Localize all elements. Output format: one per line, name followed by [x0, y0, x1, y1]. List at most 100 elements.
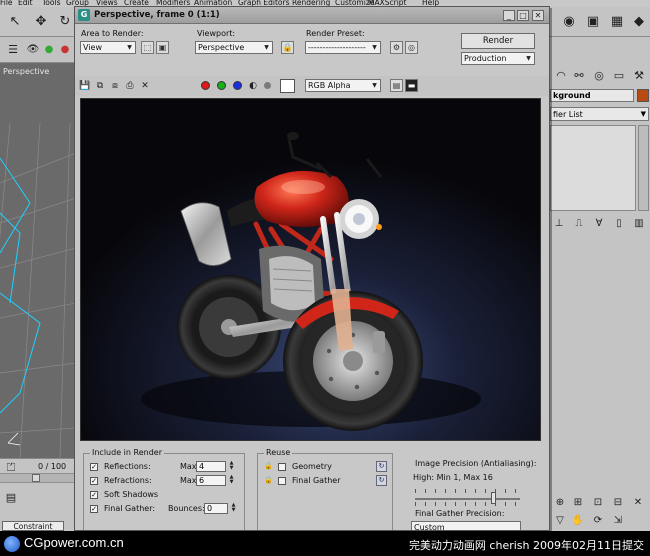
menu-item-file[interactable]: File	[0, 0, 13, 7]
make-unique-icon[interactable]: ∀	[590, 215, 608, 233]
reflections-checkbox[interactable]: ✓	[90, 463, 98, 471]
display-tab-icon[interactable]: ▭	[610, 67, 628, 85]
display-channel-value: RGB Alpha	[308, 81, 351, 90]
select-icon[interactable]: ↖	[6, 13, 24, 31]
command-panel-rollouts	[550, 237, 650, 531]
edit-region-icon[interactable]: ⬚	[141, 41, 154, 54]
zoom-extents-all-icon[interactable]: ⊟	[609, 494, 627, 512]
reuse-geometry-label: Geometry	[292, 462, 332, 471]
zoom-all-icon[interactable]: ⊞	[569, 494, 587, 512]
area-to-render-dropdown[interactable]: View ▼	[80, 41, 136, 54]
minimize-button[interactable]: _	[503, 10, 515, 21]
hierarchy-tab-icon[interactable]: ⚯	[570, 67, 588, 85]
menu-item-tools[interactable]: Tools	[42, 0, 60, 7]
bounces-spinner-arrows[interactable]: ▲ ▼	[230, 503, 237, 514]
maximize-button[interactable]: □	[517, 10, 529, 21]
viewport-dropdown[interactable]: Perspective ▼	[195, 41, 273, 54]
modify-tab-icon[interactable]: ◠	[552, 67, 570, 85]
orbit-icon[interactable]: ⟳	[589, 512, 607, 530]
quick-render-icon[interactable]: ◆	[630, 13, 648, 31]
render-setup-icon[interactable]: ▣	[584, 13, 602, 31]
render-button[interactable]: Render	[461, 33, 535, 49]
zoom-icon[interactable]: ⊕	[551, 494, 569, 512]
bounces-label: Bounces:	[168, 504, 205, 513]
fov-icon[interactable]: ▽	[551, 512, 569, 530]
close-button[interactable]: ✕	[532, 10, 544, 21]
clone-window-icon[interactable]: ⧈	[109, 80, 121, 92]
chevron-down-icon: ▼	[640, 110, 646, 118]
lock-selection-icon[interactable]: ▤	[2, 489, 20, 507]
precision-ticks	[415, 502, 520, 506]
alpha-channel-icon[interactable]: ◐	[247, 80, 259, 92]
save-image-icon[interactable]: 💾	[79, 80, 91, 92]
soft-shadows-checkbox[interactable]: ✓	[90, 491, 98, 499]
print-image-icon[interactable]: ⎙	[124, 80, 136, 92]
render-toggle-icon[interactable]: ●	[56, 41, 74, 59]
auto-region-icon[interactable]: ▣	[156, 41, 169, 54]
zoom-extents-icon[interactable]: ⊡	[589, 494, 607, 512]
move-icon[interactable]: ✥	[32, 13, 50, 31]
lock-icon[interactable]: 🔒	[264, 462, 273, 471]
bounces-input[interactable]: 0	[204, 503, 228, 514]
object-name-field[interactable]: kground	[550, 89, 634, 102]
final-gather-checkbox[interactable]: ✓	[90, 505, 98, 513]
timeline-thumb[interactable]	[32, 474, 40, 482]
environment-effects-icon[interactable]: ◎	[405, 41, 418, 54]
timeline-slider[interactable]	[0, 473, 76, 483]
render-preset-dropdown[interactable]: -------------------- ▼	[305, 41, 381, 54]
chevron-down-icon: ▼	[526, 55, 531, 62]
maximize-viewport-icon[interactable]: ✕	[629, 494, 647, 512]
refractions-spinner-arrows[interactable]: ▲ ▼	[228, 475, 235, 486]
render-frame-icon[interactable]: ▦	[608, 13, 626, 31]
pin-stack-icon[interactable]: ⊥	[550, 215, 568, 233]
copy-image-icon[interactable]: ⧉	[94, 80, 106, 92]
production-dropdown[interactable]: Production ▼	[461, 52, 535, 65]
modifier-list-dropdown[interactable]: fier List ▼	[550, 107, 649, 121]
modifier-stack-scrollbar[interactable]	[638, 125, 649, 211]
green-channel-toggle[interactable]	[217, 81, 226, 90]
pan-icon[interactable]: ✋	[569, 512, 587, 530]
reflections-spinner-arrows[interactable]: ▲ ▼	[228, 461, 235, 472]
toggle-ui-icon[interactable]: ▬	[405, 79, 418, 92]
window-titlebar[interactable]: G Perspective, frame 0 (1:1) _ □ ✕	[75, 7, 549, 24]
geometry-flush-icon[interactable]: ↻	[376, 461, 387, 472]
menu-item-edit[interactable]: Edit	[18, 0, 33, 7]
monochrome-toggle[interactable]	[264, 82, 271, 89]
red-channel-toggle[interactable]	[201, 81, 210, 90]
refractions-max-input[interactable]: 6	[196, 475, 226, 486]
chevron-down-icon: ▼	[264, 44, 269, 51]
walkthrough-icon[interactable]: ⇲	[609, 512, 627, 530]
reuse-geometry-checkbox[interactable]	[278, 463, 286, 471]
lock-icon[interactable]: 🔒	[264, 476, 273, 485]
rotate-icon[interactable]: ↻	[56, 13, 74, 31]
precision-slider-track[interactable]	[415, 498, 520, 500]
blue-channel-toggle[interactable]	[233, 81, 242, 90]
display-channel-dropdown[interactable]: RGB Alpha ▼	[305, 79, 381, 92]
motion-tab-icon[interactable]: ◎	[590, 67, 608, 85]
material-editor-icon[interactable]: ◉	[560, 13, 578, 31]
object-color-swatch[interactable]	[637, 89, 649, 102]
show-end-result-icon[interactable]: ⎍	[570, 215, 588, 233]
utilities-tab-icon[interactable]: ⚒	[630, 67, 648, 85]
clear-image-icon[interactable]: ✕	[139, 80, 151, 92]
modifier-stack[interactable]	[550, 125, 636, 211]
rendered-image[interactable]	[80, 98, 541, 441]
lock-viewport-icon[interactable]: 🔒	[281, 41, 294, 54]
reflections-max-input[interactable]: 4	[196, 461, 226, 472]
refractions-checkbox[interactable]: ✓	[90, 477, 98, 485]
remove-modifier-icon[interactable]: ▯	[610, 215, 628, 233]
app-icon: G	[78, 9, 90, 21]
include-in-render-group: Include in Render ✓ Reflections: Max 4 ▲…	[83, 448, 245, 530]
render-setup-icon[interactable]: ⚙	[390, 41, 403, 54]
rendered-frame-window[interactable]: G Perspective, frame 0 (1:1) _ □ ✕ Area …	[74, 6, 550, 531]
configure-sets-icon[interactable]: ▥	[630, 215, 648, 233]
toggle-ui-overlay-icon[interactable]: ▤	[390, 79, 403, 92]
reuse-final-gather-checkbox[interactable]	[278, 477, 286, 485]
perspective-viewport[interactable]: Perspective	[0, 63, 76, 458]
fg-precision-label: Final Gather Precision:	[415, 509, 505, 518]
layers-icon[interactable]: ☰	[4, 41, 22, 59]
chevron-down-icon: ▼	[127, 44, 132, 51]
final-gather-flush-icon[interactable]: ↻	[376, 475, 387, 486]
pixel-color-swatch[interactable]	[280, 79, 295, 93]
fg-precision-dropdown[interactable]: Custom	[411, 521, 521, 530]
